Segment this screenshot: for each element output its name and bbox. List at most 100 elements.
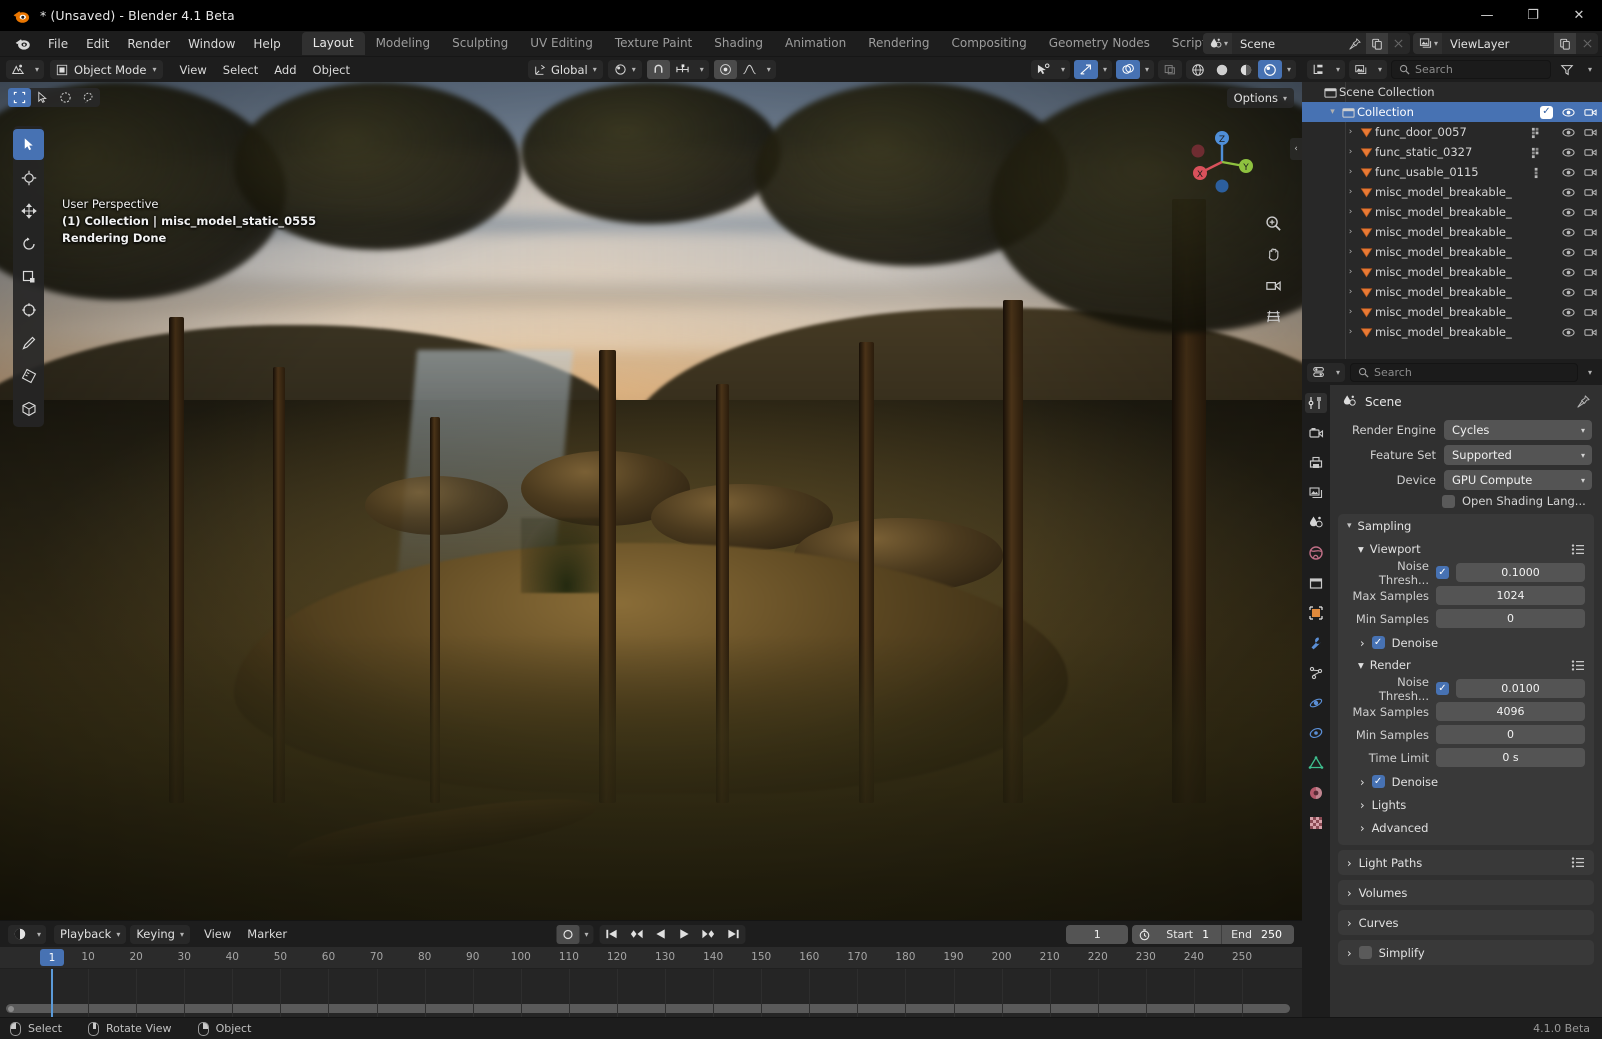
- chevron-right-icon[interactable]: ›: [1344, 227, 1357, 237]
- outliner-row[interactable]: ▾ Collection ✓: [1302, 102, 1602, 122]
- properties-tab-world[interactable]: [1305, 543, 1327, 563]
- render-min-samples-value[interactable]: 0: [1436, 725, 1585, 744]
- camera-render-visibility-icon[interactable]: [1584, 326, 1597, 339]
- sampling-lights-row[interactable]: › Lights: [1338, 793, 1594, 816]
- editor-type-outliner-icon[interactable]: [1307, 60, 1331, 79]
- chevron-right-icon[interactable]: ›: [1344, 267, 1357, 277]
- properties-tab-constraints[interactable]: [1305, 723, 1327, 743]
- editor-type-3dview-icon[interactable]: [6, 60, 30, 79]
- viewport-3d[interactable]: User Perspective (1) Collection | misc_m…: [0, 82, 1302, 920]
- pivot-point-selector[interactable]: ▾: [607, 60, 642, 79]
- chevron-down-icon[interactable]: ▾: [1326, 107, 1339, 117]
- editor-type-properties-icon[interactable]: [1307, 363, 1331, 382]
- outliner-row[interactable]: › func_door_0057: [1302, 122, 1602, 142]
- viewport-denoise-checkbox[interactable]: [1371, 636, 1385, 649]
- chevron-right-icon[interactable]: ›: [1344, 307, 1357, 317]
- eye-visibility-icon[interactable]: [1562, 186, 1575, 199]
- scene-name-field[interactable]: Scene: [1231, 33, 1344, 54]
- outliner-row[interactable]: › misc_model_breakable_: [1302, 302, 1602, 322]
- outliner-row[interactable]: › misc_model_breakable_: [1302, 182, 1602, 202]
- editor-type-timeline-icon[interactable]: [8, 925, 32, 944]
- transform-orientation-selector[interactable]: Global ▾: [528, 60, 603, 79]
- menu-file[interactable]: File: [39, 34, 77, 54]
- playback-controls[interactable]: [599, 924, 746, 944]
- workspace-tab-compositing[interactable]: Compositing: [940, 32, 1037, 55]
- chevron-right-icon[interactable]: ›: [1344, 207, 1357, 217]
- properties-tab-output[interactable]: [1305, 453, 1327, 473]
- pin-icon[interactable]: [1577, 395, 1590, 408]
- camera-render-visibility-icon[interactable]: [1584, 306, 1597, 319]
- render-max-samples-value[interactable]: 4096: [1436, 702, 1585, 721]
- start-frame-value[interactable]: 1: [1202, 928, 1221, 941]
- outliner-row[interactable]: › misc_model_breakable_: [1302, 262, 1602, 282]
- lasso-select-icon[interactable]: [77, 88, 100, 107]
- eye-visibility-icon[interactable]: [1562, 166, 1575, 179]
- object-visibility-group[interactable]: ▾: [1030, 60, 1070, 79]
- viewlayer-icon[interactable]: ▾: [1412, 33, 1442, 54]
- workspace-tab-layout[interactable]: Layout: [301, 32, 365, 55]
- funnel-filter-icon[interactable]: [1555, 60, 1579, 79]
- frame-range-group[interactable]: Start 1 End 250: [1132, 924, 1294, 944]
- eye-visibility-icon[interactable]: [1562, 326, 1575, 339]
- chevron-down-icon[interactable]: ▾: [1098, 60, 1112, 79]
- tweak-tool[interactable]: [13, 129, 44, 160]
- xray-toggle-icon[interactable]: [1158, 60, 1182, 79]
- scale-tool[interactable]: [13, 261, 44, 292]
- sampling-panel-header[interactable]: ▾ Sampling: [1338, 514, 1594, 538]
- proportional-edit-icon[interactable]: [713, 60, 737, 79]
- light-paths-panel[interactable]: › Light Paths: [1338, 850, 1594, 875]
- properties-content[interactable]: Scene Render Engine Cycles ▾ Feature Set…: [1330, 385, 1602, 1017]
- viewport-max-samples-value[interactable]: 1024: [1436, 586, 1585, 605]
- jump-to-next-keyframe-button[interactable]: [696, 925, 722, 944]
- viewport-menu-object[interactable]: Object: [305, 61, 358, 79]
- chevron-right-icon[interactable]: ›: [1344, 287, 1357, 297]
- workspace-tab-modeling[interactable]: Modeling: [365, 32, 442, 55]
- timeline-playhead-frame[interactable]: 1: [40, 949, 64, 966]
- chevron-down-icon[interactable]: ▾: [1583, 60, 1597, 79]
- osl-row[interactable]: Open Shading Lang...: [1442, 494, 1592, 508]
- workspace-tab-shading[interactable]: Shading: [703, 32, 774, 55]
- workspace-tab-uv-editing[interactable]: UV Editing: [519, 32, 604, 55]
- camera-render-visibility-icon[interactable]: [1584, 106, 1597, 119]
- eye-visibility-icon[interactable]: [1562, 106, 1575, 119]
- annotate-tool[interactable]: [13, 327, 44, 358]
- viewport-sampling-header[interactable]: ▾ Viewport: [1338, 538, 1594, 560]
- snapping-group[interactable]: ▾: [646, 60, 709, 79]
- chevron-right-icon[interactable]: ›: [1344, 247, 1357, 257]
- eye-visibility-icon[interactable]: [1562, 126, 1575, 139]
- eye-visibility-icon[interactable]: [1562, 306, 1575, 319]
- preset-list-icon[interactable]: [1571, 659, 1585, 671]
- play-button[interactable]: [673, 925, 696, 944]
- osl-checkbox[interactable]: [1442, 494, 1455, 508]
- snap-increment-icon[interactable]: [670, 60, 695, 79]
- zoom-icon[interactable]: [1262, 212, 1284, 234]
- sampling-advanced-row[interactable]: › Advanced: [1338, 816, 1594, 839]
- camera-render-visibility-icon[interactable]: [1584, 266, 1597, 279]
- viewport-menu-view[interactable]: View: [171, 61, 214, 79]
- jump-to-prev-keyframe-button[interactable]: [624, 925, 650, 944]
- new-scene-button[interactable]: [1365, 33, 1388, 54]
- shading-solid-icon[interactable]: [1210, 60, 1234, 79]
- transform-tool[interactable]: [13, 294, 44, 325]
- jump-to-start-button[interactable]: [600, 925, 624, 944]
- render-sampling-header[interactable]: ▾ Render: [1338, 654, 1594, 676]
- auto-keying-group[interactable]: ▾: [556, 924, 594, 944]
- gizmo-icon[interactable]: [1073, 60, 1098, 79]
- viewport-menu-select[interactable]: Select: [215, 61, 266, 79]
- camera-render-visibility-icon[interactable]: [1584, 126, 1597, 139]
- menu-render[interactable]: Render: [118, 34, 179, 54]
- camera-render-visibility-icon[interactable]: [1584, 206, 1597, 219]
- chevron-down-icon[interactable]: ▾: [1282, 60, 1296, 79]
- volumes-panel[interactable]: › Volumes: [1338, 880, 1594, 905]
- chevron-down-icon[interactable]: ▾: [30, 60, 44, 79]
- camera-view-icon[interactable]: [1262, 274, 1284, 296]
- timeline-track-area[interactable]: [0, 969, 1302, 1017]
- preview-range-clock-icon[interactable]: [1132, 925, 1157, 944]
- render-noise-threshold-value[interactable]: 0.0100: [1456, 679, 1585, 698]
- xray-group[interactable]: [1157, 60, 1182, 79]
- object-visibility-icon[interactable]: [1031, 60, 1056, 79]
- menu-edit[interactable]: Edit: [77, 34, 118, 54]
- chevron-down-icon[interactable]: ▾: [32, 925, 46, 944]
- camera-render-visibility-icon[interactable]: [1584, 246, 1597, 259]
- circle-select-icon[interactable]: [54, 88, 77, 107]
